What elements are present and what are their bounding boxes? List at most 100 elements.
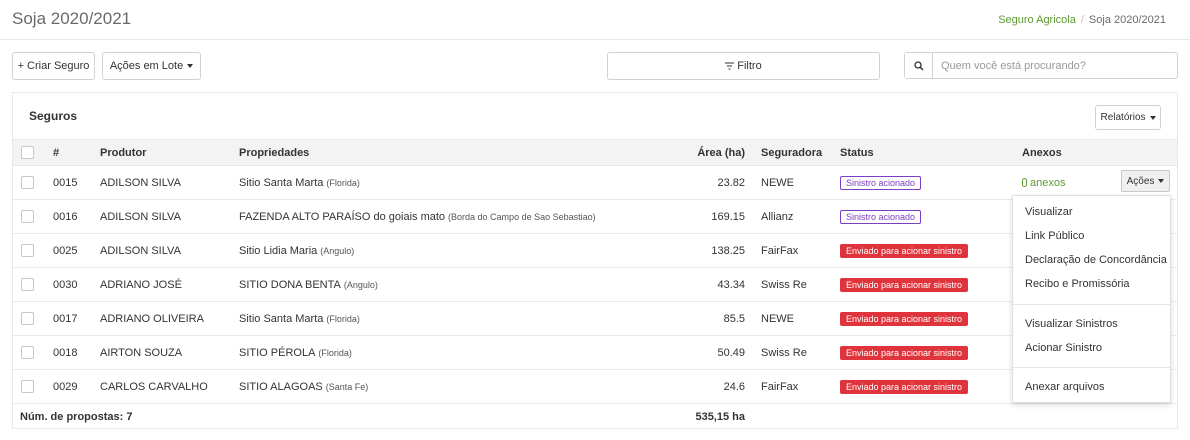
row-status-cell: Enviado para acionar sinistro	[840, 233, 1022, 268]
col-header-properties[interactable]: Propriedades	[239, 139, 652, 166]
panel-title: Seguros	[29, 109, 78, 123]
row-id: 0016	[43, 199, 100, 234]
col-header-producer[interactable]: Produtor	[100, 139, 239, 166]
breadcrumb-current: Soja 2020/2021	[1088, 14, 1166, 26]
breadcrumb-link-seguro-agricola[interactable]: Seguro Agricola	[998, 14, 1076, 26]
row-area: 43.34	[652, 267, 753, 302]
search-input[interactable]	[933, 53, 1177, 78]
row-status-cell: Sinistro acionado	[840, 165, 1022, 200]
search-icon	[913, 60, 924, 71]
search-box	[904, 52, 1178, 79]
page-title: Soja 2020/2021	[12, 9, 132, 28]
insurance-panel: Seguros Relatórios # Produtor Propriedad…	[12, 92, 1178, 429]
row-property: Sitio Lidia Maria	[239, 244, 318, 257]
row-insurer: NEWE	[753, 165, 840, 200]
anexos-label: anexos	[1030, 176, 1066, 189]
row-insurer: FairFax	[753, 369, 840, 404]
menu-item-acionar-sinistro[interactable]: Acionar Sinistro	[1025, 342, 1102, 354]
row-select-cell	[13, 165, 43, 200]
row-producer: ADRIANO JOSÉ	[100, 267, 239, 302]
menu-item-visualizar-sinistros[interactable]: Visualizar Sinistros	[1025, 318, 1118, 330]
filter-button[interactable]: Filtro	[607, 52, 880, 80]
reports-label: Relatórios	[1100, 112, 1146, 123]
status-badge: Sinistro acionado	[840, 209, 922, 224]
table-row[interactable]: 0016 ADILSON SILVA FAZENDA ALTO PARAÍSO do…	[13, 199, 1177, 234]
row-area: 85.5	[652, 301, 753, 336]
col-header-id[interactable]: #	[43, 139, 100, 166]
col-header-anexos: Anexos	[1022, 139, 1177, 166]
total-area: 535,15 ha	[695, 410, 745, 423]
row-select-cell	[13, 301, 43, 336]
table-row[interactable]: 0015 ADILSON SILVA Sitio Santa Marta (Flori…	[13, 165, 1177, 200]
menu-item-recibo[interactable]: Recibo e Promissória	[1025, 278, 1130, 290]
create-insurance-button[interactable]: + Criar Seguro	[12, 52, 95, 80]
row-checkbox[interactable]	[21, 210, 34, 223]
row-insurer: Swiss Re	[753, 267, 840, 302]
reports-button[interactable]: Relatórios	[1095, 105, 1161, 130]
table-row[interactable]: 0029 CARLOS CARVALHO SITIO ALAGOAS (Santa F…	[13, 369, 1177, 404]
row-location: (Florida)	[318, 347, 352, 358]
row-property: SITIO DONA BENTA	[239, 278, 341, 291]
row-location: (Angulo)	[320, 245, 355, 256]
table-row[interactable]: 0018 AIRTON SOUZA SITIO PÉROLA (Florida) 50.…	[13, 335, 1177, 370]
proposal-count: Núm. de propostas: 7	[20, 410, 133, 423]
row-select-cell	[13, 199, 43, 234]
menu-item-visualizar[interactable]: Visualizar	[1025, 206, 1073, 218]
col-header-area[interactable]: Área (ha)	[652, 139, 753, 166]
select-all-checkbox[interactable]	[21, 146, 34, 159]
select-all-cell	[13, 139, 43, 166]
caret-down-icon	[187, 64, 194, 68]
row-producer: ADILSON SILVA	[100, 199, 239, 234]
page-header: Soja 2020/2021 Seguro Agricola / Soja 2020…	[0, 0, 1190, 40]
status-badge: Enviado para acionar sinistro	[840, 277, 969, 292]
row-property-cell: Sitio Lidia Maria (Angulo)	[239, 233, 652, 268]
menu-item-link-publico[interactable]: Link Público	[1025, 230, 1084, 242]
search-button[interactable]	[905, 53, 933, 78]
row-id: 0030	[43, 267, 100, 302]
row-property: SITIO ALAGOAS	[239, 380, 323, 393]
row-insurer: Allianz	[753, 199, 840, 234]
row-checkbox[interactable]	[21, 176, 34, 189]
row-location: (Florida)	[326, 313, 360, 324]
status-badge: Enviado para acionar sinistro	[840, 345, 969, 360]
row-status-cell: Enviado para acionar sinistro	[840, 301, 1022, 336]
anexos-link[interactable]: anexos	[1022, 177, 1065, 189]
row-property: FAZENDA ALTO PARAÍSO do goiais mato	[239, 210, 446, 223]
table-header-row: # Produtor Propriedades Área (ha) Segura…	[13, 139, 1177, 166]
row-property-cell: Sitio Santa Marta (Florida)	[239, 301, 652, 336]
menu-divider	[1013, 304, 1170, 305]
row-area: 138.25	[652, 233, 753, 268]
table-row[interactable]: 0017 ADRIANO OLIVEIRA Sitio Santa Marta (Fl…	[13, 301, 1177, 336]
table-body: 0015 ADILSON SILVA Sitio Santa Marta (Flori…	[13, 165, 1177, 404]
row-location: (Angulo)	[343, 279, 378, 290]
col-header-insurer[interactable]: Seguradora	[753, 139, 840, 166]
row-status-cell: Sinistro acionado	[840, 199, 1022, 234]
menu-item-declaracao[interactable]: Declaração de Concordância	[1025, 254, 1167, 266]
row-checkbox[interactable]	[21, 312, 34, 325]
row-property-cell: SITIO DONA BENTA (Angulo)	[239, 267, 652, 302]
row-property-cell: Sitio Santa Marta (Florida)	[239, 165, 652, 200]
row-property-cell: SITIO PÉROLA (Florida)	[239, 335, 652, 370]
filter-label: Filtro	[737, 60, 762, 72]
row-id: 0017	[43, 301, 100, 336]
row-producer: CARLOS CARVALHO	[100, 369, 239, 404]
row-insurer: NEWE	[753, 301, 840, 336]
menu-item-anexar-arquivos[interactable]: Anexar arquivos	[1025, 381, 1105, 393]
row-checkbox[interactable]	[21, 380, 34, 393]
bulk-actions-button[interactable]: Ações em Lote	[102, 52, 201, 80]
filter-icon	[725, 62, 735, 70]
row-property-cell: SITIO ALAGOAS (Santa Fe)	[239, 369, 652, 404]
row-checkbox[interactable]	[21, 346, 34, 359]
table-footer-row: Núm. de propostas: 7 535,15 ha	[13, 404, 1177, 430]
row-checkbox[interactable]	[21, 278, 34, 291]
table-row[interactable]: 0030 ADRIANO JOSÉ SITIO DONA BENTA (Angulo)…	[13, 267, 1177, 302]
breadcrumb: Seguro Agricola / Soja 2020/2021	[998, 14, 1166, 26]
col-header-status[interactable]: Status	[840, 139, 1022, 166]
row-actions-button[interactable]: Ações	[1121, 170, 1170, 192]
row-producer: ADILSON SILVA	[100, 233, 239, 268]
row-id: 0018	[43, 335, 100, 370]
table-row[interactable]: 0025 ADILSON SILVA Sitio Lidia Maria (Angul…	[13, 233, 1177, 268]
row-id: 0015	[43, 165, 100, 200]
row-property: SITIO PÉROLA	[239, 346, 316, 359]
row-checkbox[interactable]	[21, 244, 34, 257]
